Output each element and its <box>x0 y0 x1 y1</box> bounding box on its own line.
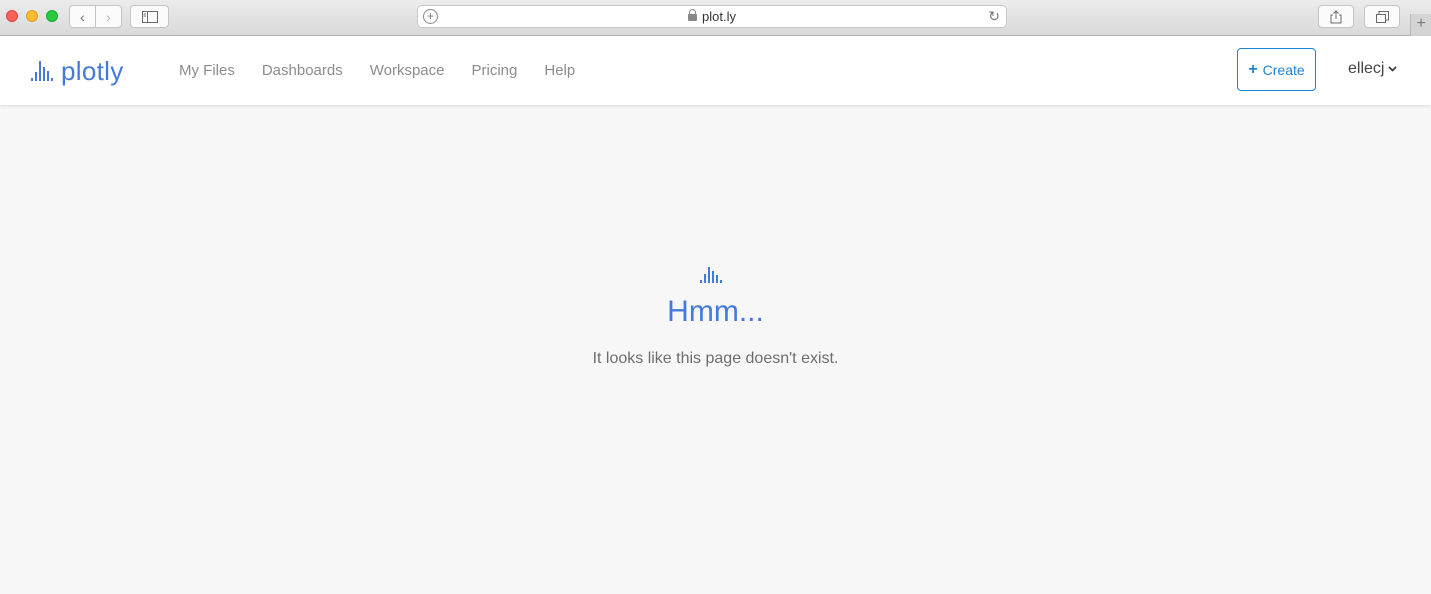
plotly-logo[interactable]: plotly <box>31 57 124 85</box>
error-title: Hmm... <box>667 295 764 328</box>
share-icon <box>1330 9 1342 23</box>
tabs-icon <box>1375 10 1389 23</box>
plus-icon: + <box>1248 60 1258 78</box>
nav-help[interactable]: Help <box>544 62 575 79</box>
minimize-window-button[interactable] <box>26 10 38 22</box>
chevron-down-icon <box>1388 64 1398 75</box>
share-button[interactable] <box>1318 5 1354 28</box>
chevron-right-icon: › <box>106 8 111 25</box>
nav-dashboards[interactable]: Dashboards <box>262 62 343 79</box>
add-bookmark-icon[interactable]: + <box>423 9 438 24</box>
chevron-left-icon: ‹ <box>80 8 85 25</box>
site-header: plotly My Files Dashboards Workspace Pri… <box>0 36 1431 105</box>
lock-icon <box>688 9 698 21</box>
new-tab-button[interactable]: + <box>1410 14 1431 36</box>
create-button[interactable]: + Create <box>1237 48 1316 91</box>
create-label: Create <box>1262 61 1305 78</box>
address-bar[interactable]: + plot.ly ↻ <box>417 5 1007 28</box>
back-button[interactable]: ‹ <box>69 5 96 28</box>
plotly-logo-icon <box>31 61 53 81</box>
reload-icon[interactable]: ↻ <box>988 8 1000 25</box>
nav-pricing[interactable]: Pricing <box>472 62 518 79</box>
sidebar-toggle-button[interactable] <box>130 5 169 28</box>
show-tabs-button[interactable] <box>1364 5 1400 28</box>
close-window-button[interactable] <box>6 10 18 22</box>
user-menu[interactable]: ellecj <box>1348 60 1398 78</box>
nav-workspace[interactable]: Workspace <box>370 62 445 79</box>
logo-text: plotly <box>61 56 124 86</box>
plotly-mark-icon <box>700 265 722 283</box>
error-message: It looks like this page doesn't exist. <box>592 350 839 367</box>
sidebar-icon <box>141 10 158 23</box>
zoom-window-button[interactable] <box>46 10 58 22</box>
nav-my-files[interactable]: My Files <box>179 62 235 79</box>
url-text: plot.ly <box>702 9 736 24</box>
forward-button[interactable]: › <box>95 5 122 28</box>
browser-toolbar: ‹ › + plot.ly ↻ + <box>0 0 1431 36</box>
main-nav: My Files Dashboards Workspace Pricing He… <box>179 62 602 79</box>
main-content: Hmm... It looks like this page doesn't e… <box>0 105 1431 594</box>
user-name: ellecj <box>1348 60 1385 77</box>
